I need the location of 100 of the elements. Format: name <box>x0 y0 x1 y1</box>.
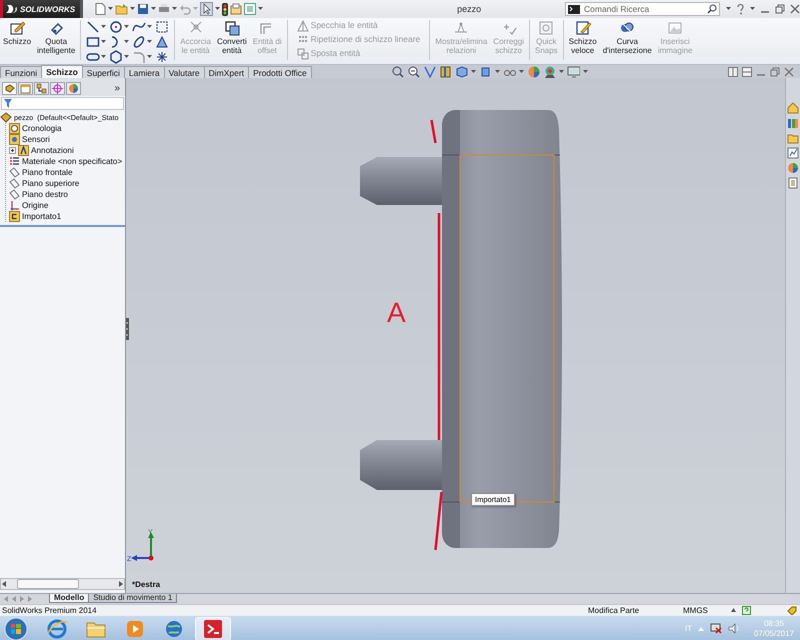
close-icon[interactable] <box>790 4 800 14</box>
triangle-icon[interactable] <box>155 35 170 49</box>
command-tab[interactable]: Lamiera <box>124 66 165 78</box>
tree-item[interactable]: Origine <box>9 200 125 211</box>
start-icon[interactable] <box>4 616 28 640</box>
ribbon-button[interactable]: Quota intelligente <box>34 20 78 56</box>
caret-up-icon[interactable] <box>731 608 736 612</box>
part-icon[interactable] <box>4 82 15 94</box>
folder-icon[interactable] <box>787 132 799 144</box>
rectangle-icon[interactable] <box>86 35 100 49</box>
pointer-icon[interactable] <box>200 2 214 16</box>
ribbon-button[interactable]: Schizzo <box>0 20 34 47</box>
crosshair-icon[interactable] <box>52 82 63 94</box>
model-tab[interactable]: Modello <box>49 594 90 603</box>
toolbar-grip[interactable] <box>80 0 84 18</box>
caret-icon[interactable] <box>147 55 152 59</box>
tree-item[interactable]: Piano destro <box>9 189 125 200</box>
ribbon-button[interactable]: Schizzo veloce <box>566 20 600 56</box>
caret-icon[interactable] <box>258 7 264 11</box>
zoom-fit-icon[interactable] <box>390 65 404 78</box>
restore-icon[interactable] <box>770 66 780 76</box>
zoom-area-icon[interactable] <box>406 65 420 78</box>
polygon-icon[interactable] <box>109 50 124 64</box>
ribbon-button[interactable]: Curva d'intersezione <box>600 20 655 56</box>
caret-icon[interactable] <box>582 70 588 74</box>
splitter-handle[interactable] <box>126 318 129 340</box>
cube-icon[interactable] <box>478 65 492 78</box>
scroll-right-icon[interactable] <box>118 581 124 587</box>
monitor-icon[interactable] <box>566 65 580 78</box>
scroll-left-icon[interactable] <box>1 581 7 587</box>
command-tab[interactable]: DimXpert <box>204 66 250 78</box>
tree-item[interactable]: Annotazioni <box>9 145 125 156</box>
color-sphere-icon[interactable] <box>787 162 799 174</box>
save-icon[interactable] <box>137 3 150 15</box>
command-tab[interactable]: Superfici <box>82 66 125 78</box>
caret-icon[interactable] <box>108 7 114 11</box>
chart-icon[interactable] <box>787 147 799 159</box>
command-tab[interactable]: Valutare <box>164 66 205 78</box>
more-tabs-button[interactable]: » <box>114 82 120 94</box>
caret-icon[interactable] <box>215 7 220 11</box>
help-icon[interactable] <box>742 606 751 614</box>
network-icon[interactable] <box>710 623 722 634</box>
section-view-icon[interactable] <box>438 65 452 78</box>
caret-icon[interactable] <box>147 40 152 44</box>
caret-icon[interactable] <box>518 70 524 74</box>
line-icon[interactable] <box>86 20 100 34</box>
speaker-icon[interactable] <box>728 623 740 634</box>
caret-icon[interactable] <box>130 7 136 11</box>
tree-item[interactable]: Piano superiore <box>9 178 125 189</box>
point-icon[interactable] <box>155 50 170 64</box>
close-icon[interactable] <box>784 66 794 76</box>
appearance-icon[interactable] <box>68 82 79 94</box>
caret-icon[interactable] <box>101 55 106 59</box>
color-sphere-icon[interactable] <box>526 65 540 78</box>
filter-icon[interactable] <box>4 99 12 108</box>
caret-icon[interactable] <box>558 70 564 74</box>
caret-icon[interactable] <box>151 7 156 11</box>
ribbon-button[interactable]: Converti entità <box>214 20 250 56</box>
model-tab[interactable]: Studio di movimento 1 <box>88 594 178 603</box>
tree-item[interactable]: Piano frontale <box>9 167 125 178</box>
caret-icon[interactable] <box>494 70 500 74</box>
caret-icon[interactable] <box>172 7 178 11</box>
caret-icon[interactable] <box>470 70 476 74</box>
caret-icon[interactable] <box>101 25 106 29</box>
caret-icon[interactable] <box>124 40 130 44</box>
circle-icon[interactable] <box>109 20 124 34</box>
tree-item[interactable]: Sensori <box>9 134 125 145</box>
clipboard-icon[interactable] <box>787 177 799 189</box>
traffic-light-icon[interactable] <box>222 2 228 16</box>
command-tab[interactable]: Prodotti Office <box>248 66 312 78</box>
options-icon[interactable] <box>230 3 242 15</box>
tree-item[interactable]: Cronologia <box>9 123 125 134</box>
tree-item[interactable]: Importato1 <box>9 211 125 222</box>
taskbar-button[interactable] <box>195 616 231 640</box>
books-icon[interactable] <box>787 117 799 129</box>
scrollbar[interactable] <box>0 578 125 590</box>
scene-icon[interactable] <box>542 65 556 78</box>
command-tab[interactable]: Funzioni <box>0 66 42 78</box>
caret-icon[interactable] <box>726 7 731 11</box>
tile-icon[interactable] <box>728 66 738 76</box>
list-icon[interactable] <box>244 3 256 15</box>
configuration-icon[interactable] <box>36 82 47 94</box>
tree-item[interactable]: Materiale <non specificato> <box>9 156 125 167</box>
ellipse-icon[interactable] <box>132 35 146 49</box>
caret-icon[interactable] <box>101 40 106 44</box>
tile-icon[interactable] <box>742 66 752 76</box>
search-field[interactable]: Comandi Ricerca <box>565 2 720 16</box>
help-icon[interactable] <box>736 3 745 15</box>
command-tab[interactable]: Schizzo <box>41 65 83 78</box>
new-document-icon[interactable] <box>95 3 106 15</box>
caret-icon[interactable] <box>750 7 755 11</box>
printer-icon[interactable] <box>158 3 170 15</box>
caret-icon[interactable] <box>124 55 130 59</box>
caret-icon[interactable] <box>124 25 130 29</box>
spline-icon[interactable] <box>132 20 146 34</box>
restore-icon[interactable] <box>775 4 785 14</box>
expand-icon[interactable] <box>9 147 16 154</box>
caret-icon[interactable] <box>147 25 152 29</box>
properties-icon[interactable] <box>20 82 31 94</box>
search-icon[interactable] <box>707 4 717 14</box>
